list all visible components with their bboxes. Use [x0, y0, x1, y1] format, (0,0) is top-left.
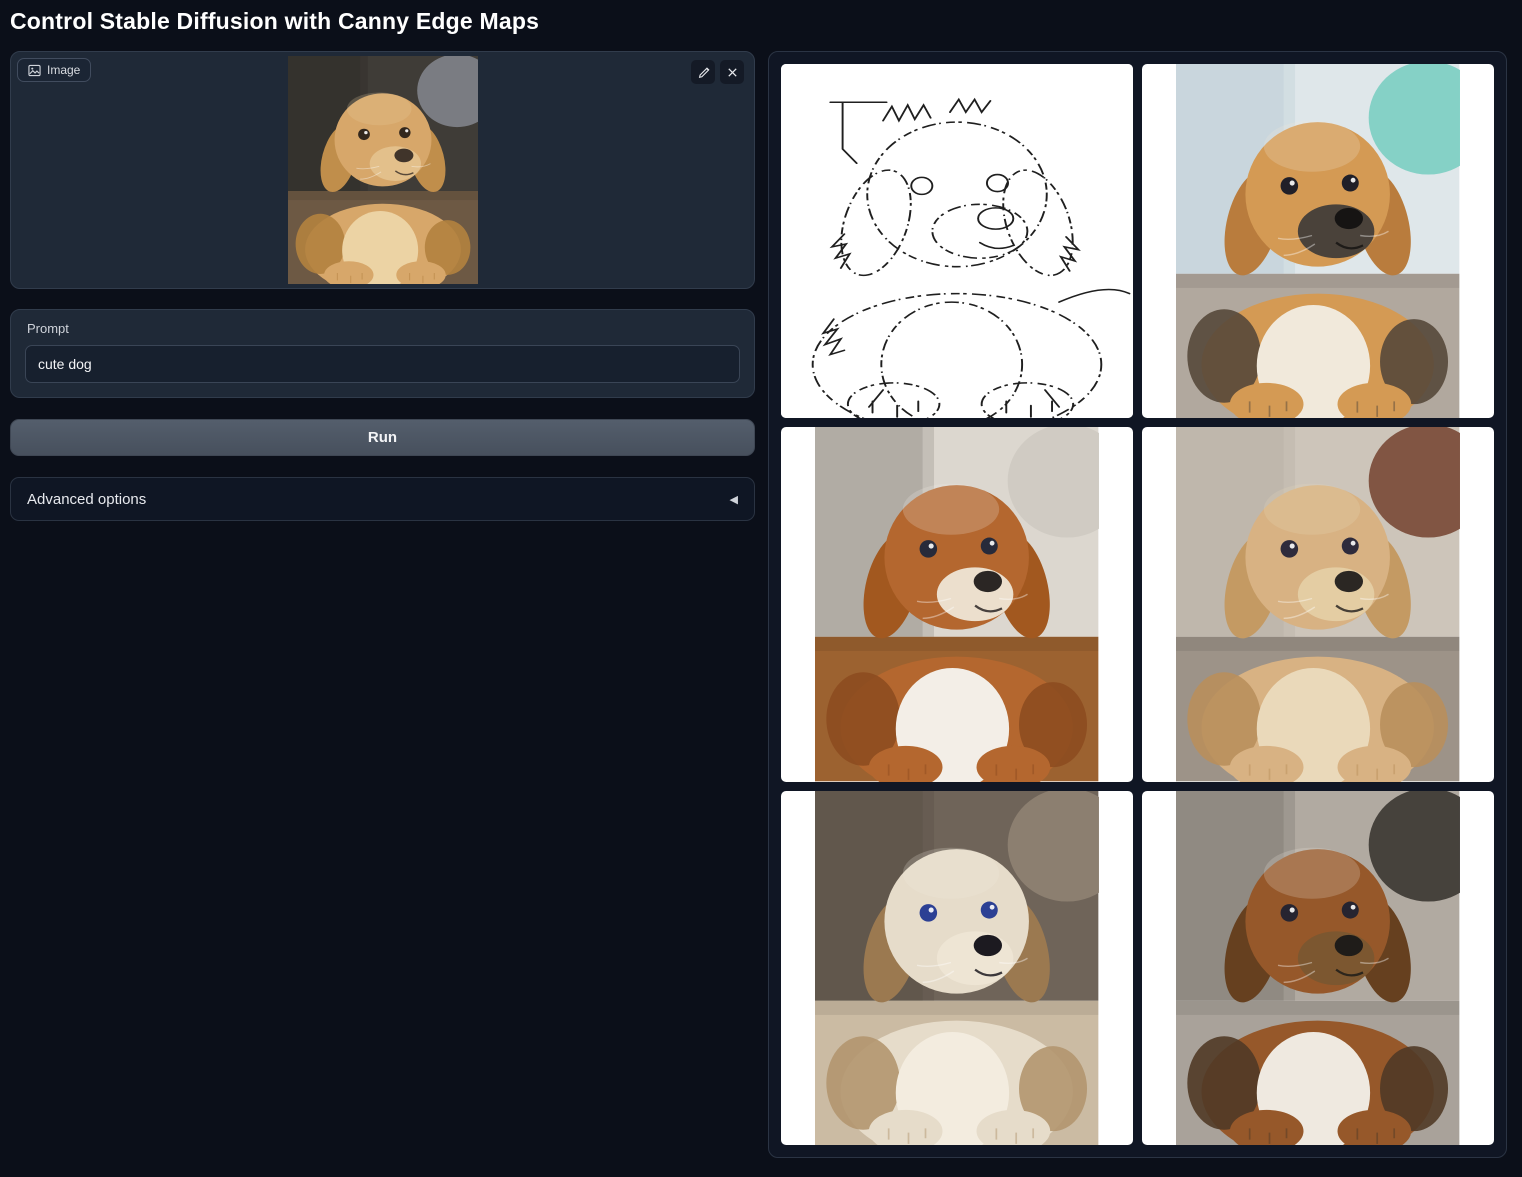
image-tab: Image [17, 58, 91, 82]
page-title: Control Stable Diffusion with Canny Edge… [10, 8, 1507, 35]
input-column: Image [10, 51, 755, 521]
edit-image-button[interactable] [691, 60, 715, 84]
generated-image-4 [815, 791, 1098, 1145]
gallery-item[interactable] [1142, 427, 1494, 781]
gallery-item[interactable] [781, 64, 1133, 418]
prompt-input[interactable] [25, 345, 740, 383]
collapse-arrow-icon: ◀ [730, 493, 738, 506]
prompt-panel: Prompt [10, 309, 755, 398]
advanced-options-accordion[interactable]: Advanced options ◀ [10, 477, 755, 521]
main-layout: Image [10, 51, 1507, 1158]
image-input-component[interactable]: Image [10, 51, 755, 289]
canny-edge-image [781, 64, 1133, 418]
result-gallery [768, 51, 1507, 1158]
gallery-item[interactable] [781, 791, 1133, 1145]
image-actions [691, 60, 744, 84]
clear-image-button[interactable] [720, 60, 744, 84]
prompt-label: Prompt [27, 321, 740, 336]
generated-image-2 [815, 427, 1098, 781]
gallery-item[interactable] [1142, 791, 1494, 1145]
run-button[interactable]: Run [10, 419, 755, 456]
close-icon [726, 66, 739, 79]
gallery-item[interactable] [781, 427, 1133, 781]
image-tab-label: Image [47, 63, 80, 77]
advanced-options-label: Advanced options [27, 491, 146, 508]
pencil-icon [697, 66, 710, 79]
generated-image-1 [1176, 64, 1459, 418]
gallery-item[interactable] [1142, 64, 1494, 418]
app-page: Control Stable Diffusion with Canny Edge… [0, 0, 1522, 1173]
input-image-preview [288, 56, 478, 284]
generated-image-3 [1176, 427, 1459, 781]
generated-image-5 [1176, 791, 1459, 1145]
image-icon [28, 64, 41, 77]
